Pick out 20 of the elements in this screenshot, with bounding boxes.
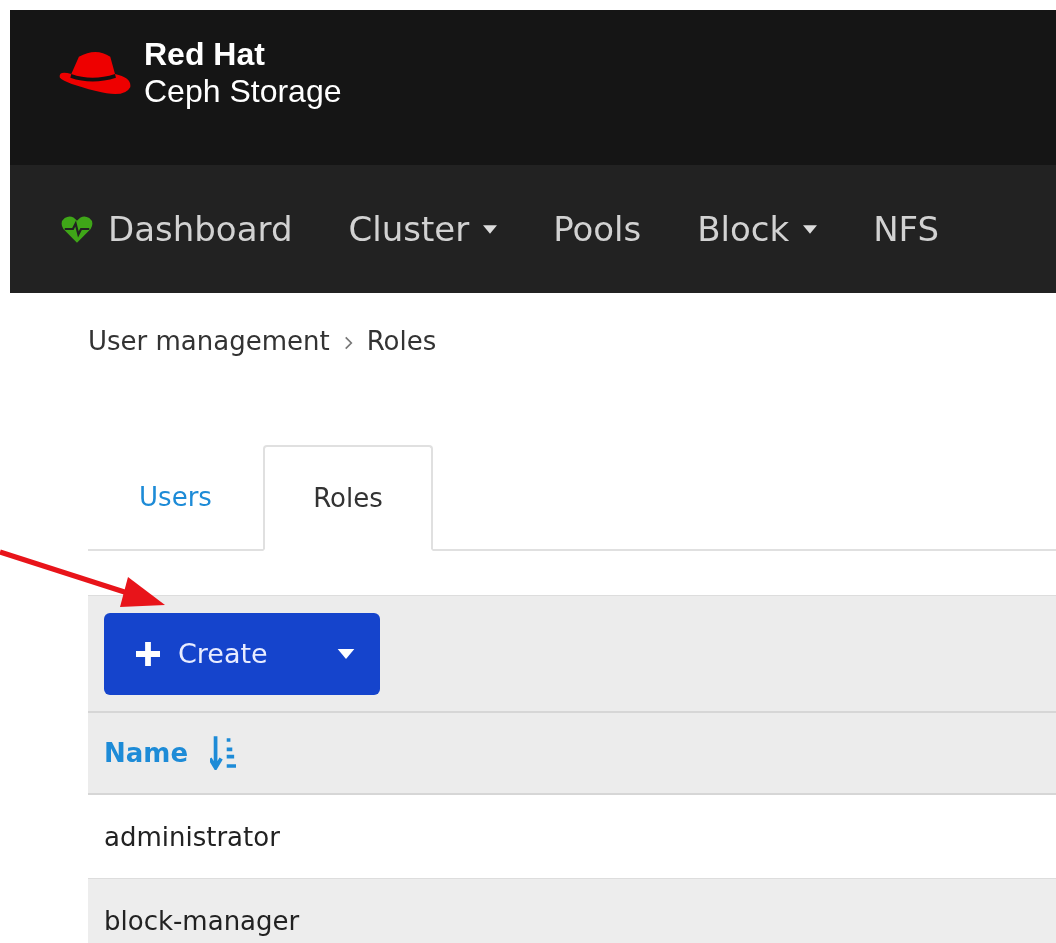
table-cell: block-manager	[104, 905, 300, 936]
heartbeat-icon	[60, 214, 94, 244]
caret-icon	[483, 224, 498, 234]
table-row[interactable]: block-manager	[88, 879, 1056, 943]
nav-item[interactable]: NFS	[873, 209, 940, 249]
nav-item[interactable]: Pools	[553, 209, 642, 249]
caret-icon	[336, 648, 356, 659]
plus-icon	[136, 641, 160, 666]
tab[interactable]: Users	[88, 445, 263, 549]
table-cell: administrator	[104, 821, 280, 852]
brand-name: Red Hat	[144, 35, 266, 73]
nav-item[interactable]: Cluster	[348, 209, 498, 249]
nav-item[interactable]: Block	[697, 209, 818, 249]
tab[interactable]: Roles	[263, 445, 433, 551]
breadcrumb-item: Roles	[366, 326, 437, 356]
breadcrumb-item[interactable]: User management	[88, 326, 330, 356]
nav-item[interactable]: Dashboard	[60, 209, 293, 249]
product-name: Ceph Storage	[144, 72, 342, 110]
create-button[interactable]: Create	[104, 612, 380, 695]
caret-icon	[803, 224, 818, 234]
